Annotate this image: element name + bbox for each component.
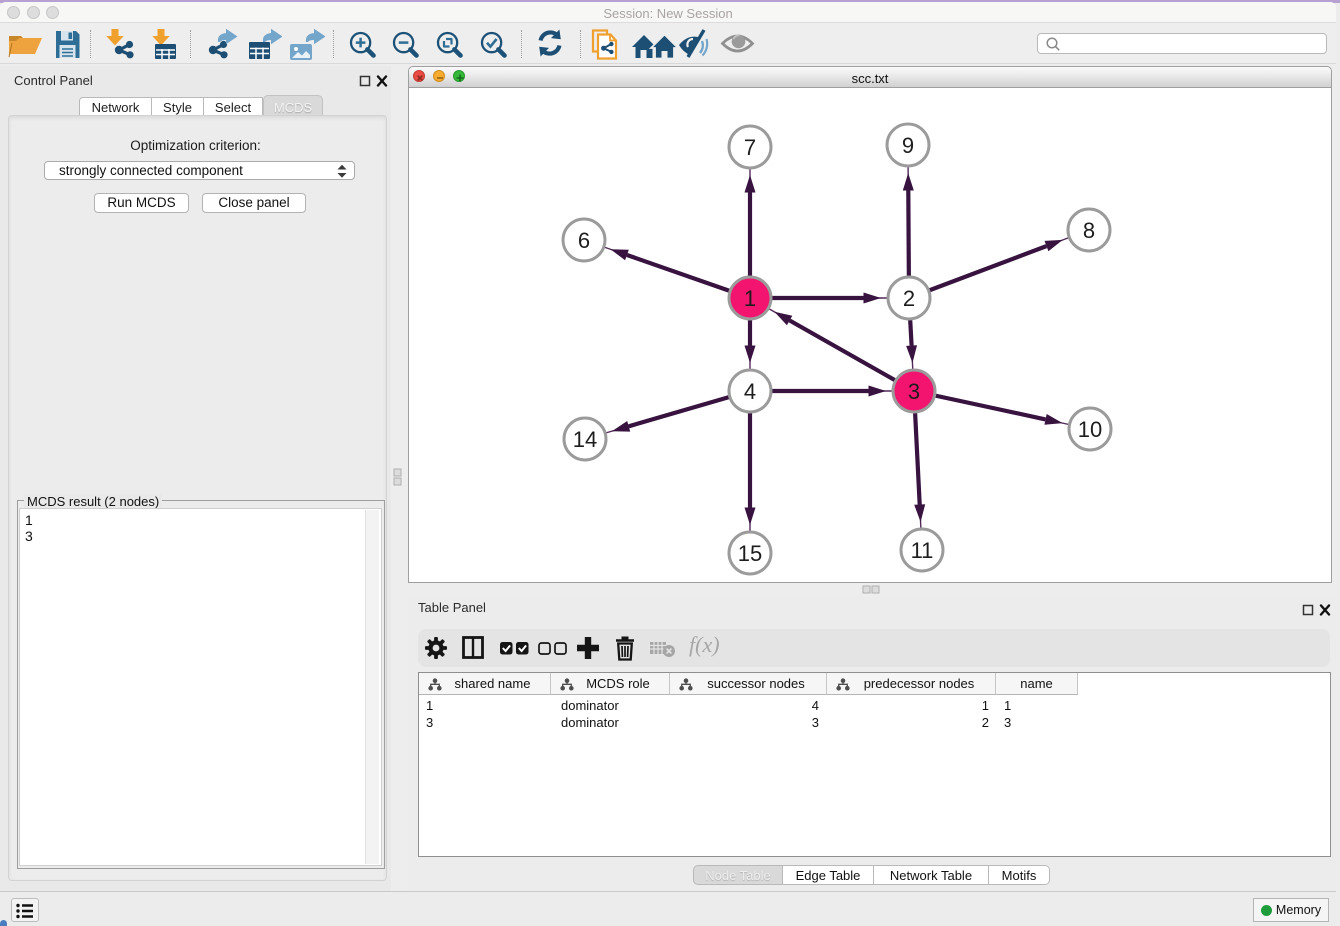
svg-text:3: 3: [908, 379, 920, 404]
svg-text:9: 9: [902, 133, 914, 158]
svg-text:8: 8: [1083, 218, 1095, 243]
svg-text:6: 6: [578, 228, 590, 253]
svg-text:2: 2: [903, 286, 915, 311]
svg-text:10: 10: [1078, 417, 1102, 442]
svg-text:11: 11: [911, 538, 934, 563]
svg-text:7: 7: [744, 135, 756, 160]
svg-text:4: 4: [744, 379, 756, 404]
svg-text:15: 15: [738, 541, 762, 566]
svg-text:14: 14: [573, 427, 597, 452]
svg-text:1: 1: [744, 286, 756, 311]
